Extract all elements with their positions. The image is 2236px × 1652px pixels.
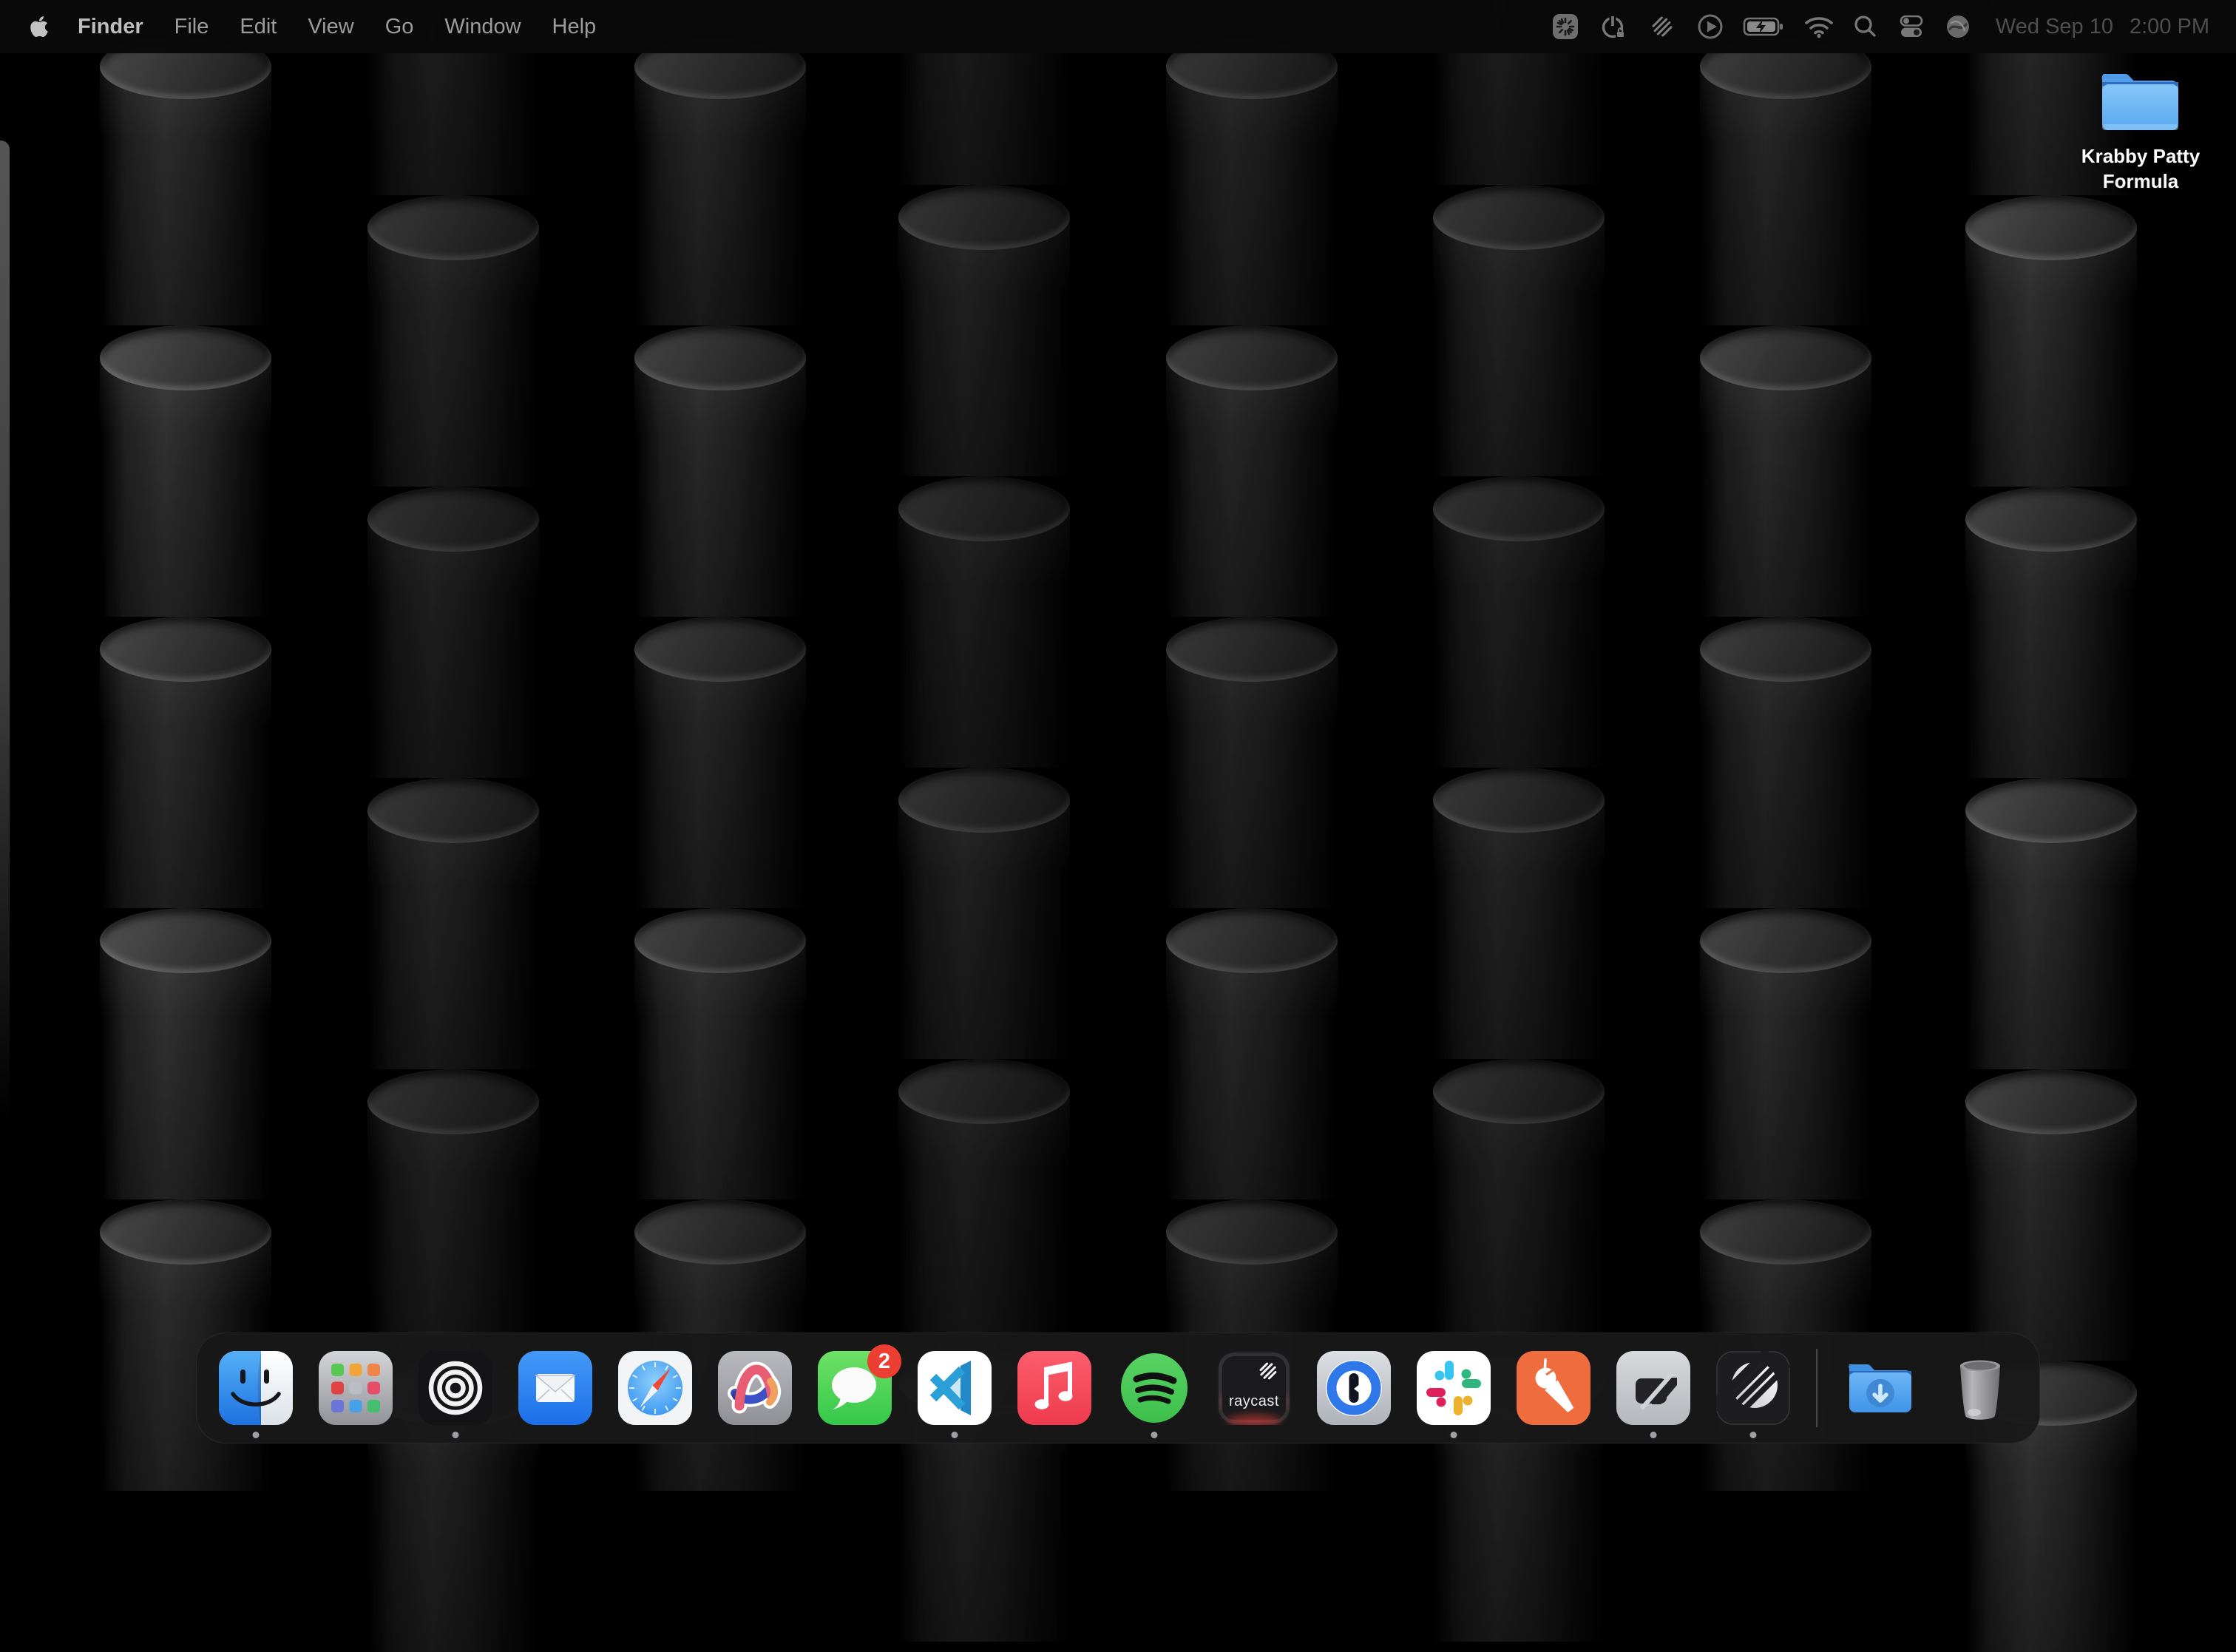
- menu-view[interactable]: View: [292, 15, 369, 38]
- control-center-icon[interactable]: [1897, 10, 1926, 43]
- folder-icon: [2052, 62, 2229, 136]
- now-playing-icon[interactable]: [1695, 10, 1725, 43]
- running-indicator: [453, 1432, 459, 1438]
- raycast-menu-icon[interactable]: [1647, 10, 1678, 43]
- dock-postman-icon[interactable]: [1517, 1351, 1590, 1425]
- dock-vscode-icon[interactable]: [918, 1351, 992, 1425]
- wallpaper-cylinder-column: [1166, 0, 1338, 1452]
- wifi-icon[interactable]: [1803, 10, 1834, 43]
- dock-1password-icon[interactable]: [1317, 1351, 1391, 1425]
- dock-divider: [1816, 1349, 1817, 1427]
- wallpaper-edge-cylinder: [0, 141, 10, 1124]
- menubar-menus: FileEditViewGoWindowHelp: [159, 0, 612, 53]
- desktop-folder-krabby-patty[interactable]: Krabby Patty Formula: [2052, 62, 2229, 194]
- running-indicator: [253, 1432, 260, 1438]
- messages-unread-badge: 2: [867, 1344, 901, 1378]
- dock-linear-icon[interactable]: [1716, 1351, 1790, 1425]
- wallpaper-cylinder-column: [367, 0, 539, 1452]
- dock-rings-app-icon[interactable]: [419, 1351, 492, 1425]
- dock: 2: [196, 1333, 2040, 1443]
- siri-icon[interactable]: [1944, 10, 1972, 43]
- wallpaper-cylinder-column: [1433, 0, 1605, 1452]
- dock-downloads-folder[interactable]: [1843, 1351, 1917, 1425]
- battery-charging-icon[interactable]: [1743, 10, 1786, 43]
- dock-spotify-icon[interactable]: [1117, 1351, 1191, 1425]
- folder-label: Krabby Patty Formula: [2052, 143, 2229, 194]
- dock-mail-icon[interactable]: [518, 1351, 592, 1425]
- dock-music-icon[interactable]: [1017, 1351, 1091, 1425]
- screen-lock-icon[interactable]: [1598, 10, 1629, 43]
- dock-slack-icon[interactable]: [1417, 1351, 1491, 1425]
- dock-launchpad-icon[interactable]: [319, 1351, 393, 1425]
- spotlight-search-icon[interactable]: [1852, 10, 1879, 43]
- menu-file[interactable]: File: [159, 15, 225, 38]
- menubar-status-area: Wed Sep 10 2:00 PM: [1551, 10, 2209, 43]
- wallpaper-cylinder-column: [634, 0, 806, 1452]
- dock-safari-icon[interactable]: [618, 1351, 692, 1425]
- menubar-app-name[interactable]: Finder: [62, 0, 159, 53]
- desktop-wallpaper: [0, 0, 2236, 1452]
- dock-messages-icon[interactable]: 2: [818, 1351, 892, 1425]
- raycast-label: raycast: [1217, 1393, 1291, 1410]
- menubar-time: 2:00 PM: [2130, 15, 2209, 39]
- wallpaper-cylinder-column: [1965, 0, 2137, 1452]
- dock-finder-icon[interactable]: [219, 1351, 293, 1425]
- menu-window[interactable]: Window: [429, 15, 536, 38]
- dock-raycast-icon[interactable]: raycast: [1217, 1351, 1291, 1425]
- running-indicator: [1750, 1432, 1757, 1438]
- menu-go[interactable]: Go: [370, 15, 430, 38]
- running-indicator: [1451, 1432, 1457, 1438]
- wallpaper-cylinder-column: [100, 0, 271, 1452]
- wallpaper-cylinder-column: [898, 0, 1070, 1452]
- dock-zed-icon[interactable]: [1616, 1351, 1690, 1425]
- menubar-date: Wed Sep 10: [1996, 15, 2113, 39]
- menu-edit[interactable]: Edit: [224, 15, 292, 38]
- menubar-clock[interactable]: Wed Sep 10 2:00 PM: [1996, 15, 2209, 39]
- apple-menu-icon[interactable]: [30, 14, 52, 39]
- running-indicator: [1650, 1432, 1657, 1438]
- menu-help[interactable]: Help: [537, 15, 612, 38]
- dock-arc-icon[interactable]: [718, 1351, 792, 1425]
- running-indicator: [952, 1432, 958, 1438]
- menu-bar: Finder FileEditViewGoWindowHelp: [0, 0, 2236, 53]
- running-indicator: [1151, 1432, 1158, 1438]
- dock-trash-icon[interactable]: [1943, 1351, 2017, 1425]
- wallpaper-cylinder-column: [1700, 0, 1871, 1452]
- keystroke-burst-icon[interactable]: [1551, 10, 1580, 43]
